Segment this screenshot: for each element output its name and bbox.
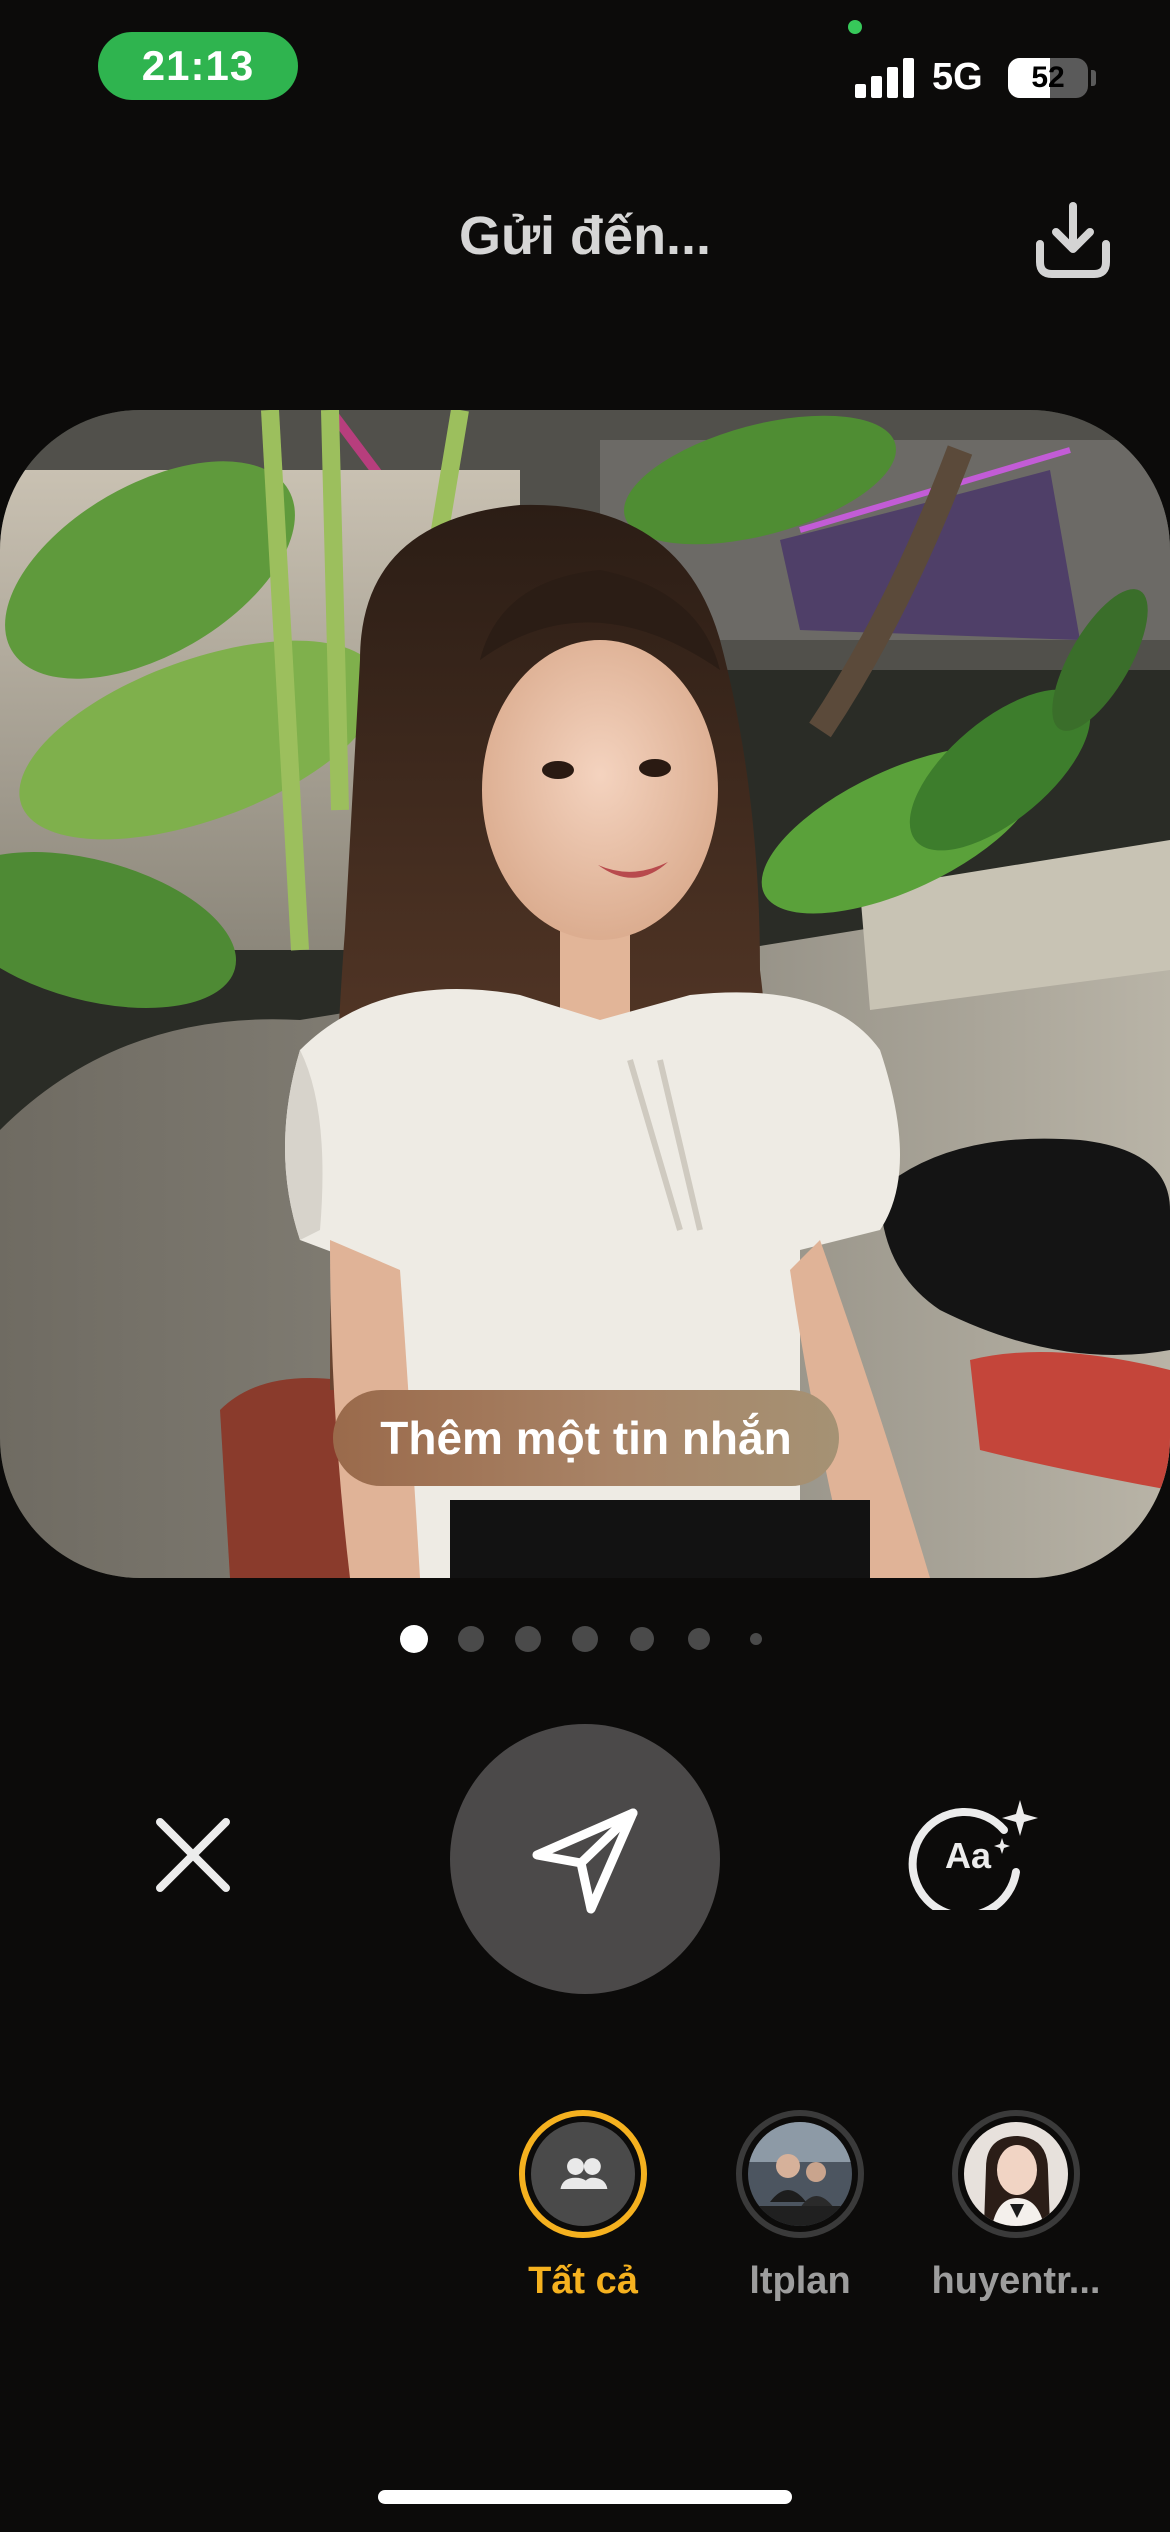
add-message-input[interactable]: Thêm một tin nhắn	[333, 1390, 839, 1486]
privacy-indicator-dot	[848, 20, 862, 34]
recipient-huyentr[interactable]: huyentr...	[906, 2110, 1126, 2303]
status-time: 21:13	[98, 32, 298, 100]
recipient-avatar-ring	[736, 2110, 864, 2238]
recipient-ltplan[interactable]: ltplan	[690, 2110, 910, 2303]
download-icon	[1036, 202, 1110, 278]
pager-dot[interactable]	[630, 1627, 654, 1651]
status-bar: 21:13 5G 52	[0, 0, 1170, 140]
recipient-avatar-ring	[952, 2110, 1080, 2238]
avatar	[748, 2122, 852, 2226]
text-style-sparkle-icon: Aa	[908, 1800, 1038, 1920]
battery-tip	[1091, 70, 1096, 86]
pager-dot[interactable]	[572, 1626, 598, 1652]
group-icon	[531, 2122, 635, 2226]
close-button[interactable]	[148, 1810, 238, 1900]
cellular-signal-icon	[855, 56, 915, 98]
pager-dot[interactable]	[688, 1628, 710, 1650]
avatar	[964, 2122, 1068, 2226]
pager-dot[interactable]	[458, 1626, 484, 1652]
recipient-avatar-ring	[519, 2110, 647, 2238]
page-title: Gửi đến...	[458, 206, 712, 266]
photo-pager	[0, 1624, 1170, 1654]
recipient-all[interactable]: Tất cả	[473, 2110, 693, 2303]
download-button[interactable]	[1030, 198, 1116, 284]
send-icon	[532, 1808, 638, 1914]
send-button[interactable]	[450, 1724, 720, 1994]
text-style-button[interactable]: Aa	[908, 1790, 1048, 1920]
recipient-label: ltplan	[749, 2260, 851, 2302]
home-indicator[interactable]	[378, 2490, 792, 2504]
battery-icon: 52	[1008, 58, 1088, 98]
text-style-glyph: Aa	[945, 1835, 992, 1876]
close-icon	[156, 1818, 230, 1892]
pager-dot[interactable]	[515, 1626, 541, 1652]
pager-dot[interactable]	[750, 1633, 762, 1645]
network-type: 5G	[932, 56, 983, 98]
recipient-label: Tất cả	[528, 2260, 638, 2302]
battery-level: 52	[1031, 61, 1065, 94]
pager-dot[interactable]	[400, 1625, 428, 1653]
recipient-label: huyentr...	[931, 2260, 1101, 2302]
